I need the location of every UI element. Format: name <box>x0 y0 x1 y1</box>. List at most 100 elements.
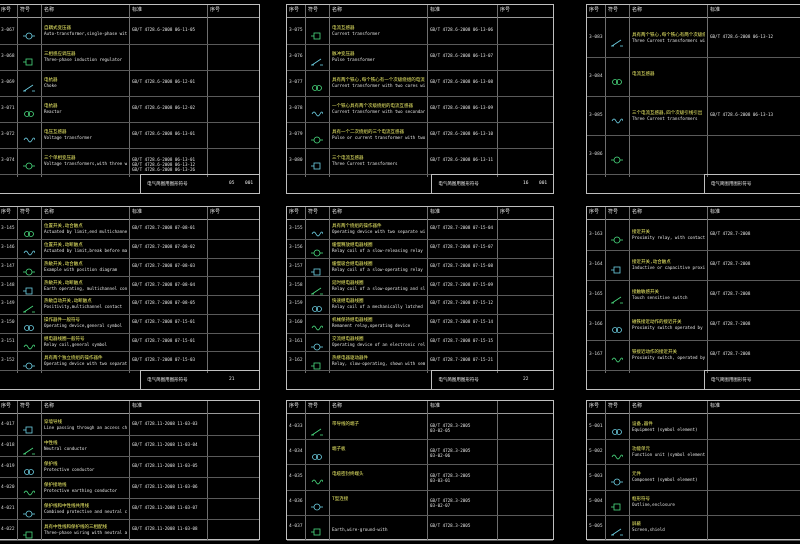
table-row: 3-150 操作器件一般符号 Operating device,general sy… <box>0 314 259 334</box>
electrical-symbol-icon <box>23 483 36 495</box>
table-row: 3-155 具有两个绕组的操作器件 Operating device with tw… <box>287 220 553 240</box>
symbol-code: 4-035 <box>289 473 303 479</box>
symbol-name-en: Actuated by limit,break before make cont… <box>44 248 127 254</box>
electrical-symbol-icon <box>23 441 35 454</box>
table-row: 3-152 具有两个独立绕组的操作器件 Operating device with … <box>0 351 259 371</box>
table-row: 3-076 脉冲变压器 Pulse transformer GB/T 4728.6-2… <box>287 44 553 71</box>
symbol-code: 3-075 <box>289 28 303 33</box>
symbol-code: 3-076 <box>289 54 303 59</box>
title-block-name: 电气简图用图形符号 <box>147 182 188 187</box>
symbol-name-en: Protective earthing conductor <box>44 487 118 493</box>
header-label: 序号 <box>210 7 221 13</box>
table-row: 3-077具有两个铁心,每个铁心有一个次级绕组的电流互感器Current tra… <box>287 70 553 97</box>
electrical-symbol-icon <box>311 472 324 485</box>
symbol-name-en: Outline,enclosure <box>632 502 675 508</box>
header-label: 序号 <box>1 7 12 13</box>
electrical-symbol-icon <box>23 462 35 475</box>
table-row: 3-164 接近开关,动合触点 Inductive or capacitive pr… <box>587 250 800 281</box>
table-row: 3-147 热敏开关,动合触点 Example with position diag… <box>0 258 259 278</box>
electrical-symbol-icon <box>23 243 36 256</box>
symbol-code: 4-019 <box>1 463 15 469</box>
electrical-symbol-icon <box>23 130 36 143</box>
symbol-code: 3-085 <box>589 112 603 118</box>
header-label: 标准 <box>710 209 721 215</box>
electrical-symbol-icon <box>611 150 623 163</box>
title-block: 电气简图用图形符号 21 <box>140 370 259 389</box>
standard-reference: GB/T 4728.11-2008 11-03-07 <box>132 504 198 510</box>
symbol-code: 4-020 <box>1 484 15 490</box>
standard-reference: GB/T 4728.7-2008 07-15-15 <box>430 337 494 343</box>
symbol-code: 3-149 <box>1 301 15 307</box>
title-block: 电气简图用图形符号 05 001 <box>140 174 259 193</box>
sheet-header: 序号 符号 名称 标准 序号 <box>287 207 553 220</box>
symbol-name-en: Pulse or current transformer with two th… <box>332 135 425 140</box>
table-row: 4-021 保护线和中性线共用线 Combined protective and n… <box>0 498 259 520</box>
electrical-symbol-icon <box>311 522 323 536</box>
electrical-symbol-icon <box>23 420 35 433</box>
standard-reference: GB/T 4728.11-2008 11-03-03 <box>132 420 198 426</box>
symbol-name-en: Remanent relay,operating device <box>332 323 411 329</box>
header-label: 符号 <box>608 209 619 215</box>
symbol-name-en: Proximity switch, operated by iron <box>632 355 705 360</box>
header-label: 序号 <box>500 7 511 13</box>
standard-reference: GB/T 4728.11-2008 11-03-05 <box>132 462 198 468</box>
symbol-code: 3-068 <box>1 54 15 59</box>
table-row: 5-001 设备,器件 Equipment (symbol element) <box>587 414 800 441</box>
table-row: 3-156 缓慢释放继电器线圈 Relay coil of a slow-relea… <box>287 239 553 259</box>
symbol-name-en: Combined protective and neutral conducto… <box>44 508 127 514</box>
electrical-symbol-icon <box>311 130 323 144</box>
table-row: 3-149 热敏自动开关,动断触点 Positivity,multichannel … <box>0 295 259 315</box>
standard-reference: GB/T 4728.11-2008 11-03-06 <box>132 483 198 489</box>
electrical-symbol-icon <box>311 356 323 370</box>
table-row: 3-069 电抗器 Choke GB/T 4728.6-2008 06-12-01 <box>0 70 259 97</box>
symbol-name-en: Protective conductor <box>44 466 95 472</box>
standard-reference: GB/T 4728.7-2008 07-08-05 <box>132 300 196 306</box>
standard-reference: GB/T 4728.7-2008 07-15-09 <box>430 281 494 287</box>
table-row: 3-161 交流继电器线圈 Operating device of an elect… <box>287 333 553 353</box>
symbol-name-cn: T型连接 <box>332 497 349 503</box>
symbol-name-en: Voltage transformer <box>44 135 92 140</box>
symbol-code: 4-033 <box>289 423 303 429</box>
symbol-name-en: Inductive or capacitive proximity switch <box>632 265 705 270</box>
standard-reference: GB/T 4728.6-2008 06-12-01 <box>132 79 196 84</box>
standard-reference: GB/T 4728.6-2008 06-13-01 GB/T 4728.6-20… <box>132 157 196 172</box>
title-block-page: 16 <box>523 181 529 186</box>
table-row: 5-005 屏蔽 Screen,shield <box>587 515 800 541</box>
symbol-name-en: Current transformer with two secondary w… <box>332 109 425 114</box>
electrical-symbol-icon <box>23 504 35 517</box>
electrical-symbol-icon <box>611 111 624 123</box>
symbol-code: 3-166 <box>589 322 603 327</box>
table-row: 4-020 保护接地线 Protective earthing conductor G… <box>0 477 259 499</box>
symbol-code: 3-080 <box>289 158 303 163</box>
symbol-code: 3-074 <box>1 158 15 163</box>
symbol-name-en: Choke <box>44 83 57 88</box>
drawing-sheet: 序号 符号 名称 标准 序号 3-155 具有两个绕组的操作器件 Operating devi… <box>286 206 554 390</box>
standard-reference: GB/T 4728.6-2008 06-13-06 <box>430 27 494 32</box>
symbol-code: 5-002 <box>589 448 603 454</box>
symbol-name-en: Screen,shield <box>632 527 665 533</box>
standard-reference: GB/T 4728.3-2005 03-03-01 <box>430 472 471 483</box>
header-label: 符号 <box>20 403 31 409</box>
symbol-code: 3-150 <box>1 320 15 326</box>
electrical-symbol-icon <box>23 281 35 295</box>
symbol-name-en: Proximity switch operated by magnet <box>632 325 705 330</box>
table-row: 4-033 带导线的端子 GB/T 4728.3-2005 03-02-05 <box>287 414 553 441</box>
drawing-sheet: 序号 符号 名称 标准 3-163 接近开关 Proximity relay, with c… <box>586 206 800 390</box>
table-row: 4-036 T型连接 GB/T 4728.3-2005 03-02-07 <box>287 490 553 516</box>
symbol-name-cn: 端子板 <box>332 446 346 452</box>
standard-reference: GB/T 4728.7-2008 <box>710 261 751 266</box>
header-label: 标准 <box>132 403 143 409</box>
symbol-name-en: Actuated by limit,end multichannel conta… <box>44 229 127 235</box>
symbol-name-en: Earth operating, multichannel contact <box>44 285 127 291</box>
header-label: 名称 <box>332 209 343 215</box>
symbol-code: 4-018 <box>1 442 15 448</box>
header-label: 符号 <box>308 403 319 409</box>
header-label: 序号 <box>1 403 12 409</box>
symbol-name-en: Current transformer <box>332 31 380 36</box>
title-block-code: 001 <box>539 181 548 186</box>
symbol-code: 5-005 <box>589 524 603 530</box>
header-label: 序号 <box>589 7 600 13</box>
standard-reference: GB/T 4728.6-2008 06-13-10 <box>430 131 494 136</box>
sheet-header: 序号 符号 名称 标准 <box>587 5 800 18</box>
symbol-name-en: Voltage transformers,with three windings <box>44 161 127 166</box>
